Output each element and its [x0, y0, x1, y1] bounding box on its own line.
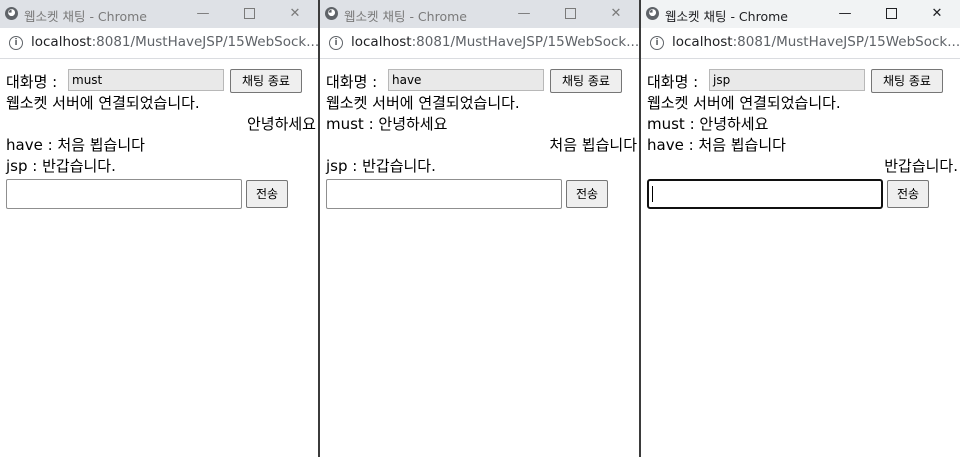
chat-log: 웹소켓 서버에 연결되었습니다. must : 안녕하세요 처음 뵙습니다 js…	[326, 93, 639, 177]
nickname-label: 대화명 :	[647, 73, 699, 91]
end-chat-button[interactable]: 채팅 종료	[550, 69, 622, 93]
title-bar[interactable]: ◕ 웹소켓 채팅 - Chrome — ✕	[0, 0, 318, 28]
title-bar[interactable]: ◕ 웹소켓 채팅 - Chrome — ✕	[320, 0, 639, 28]
close-button[interactable]: ✕	[593, 0, 639, 28]
connected-message: 웹소켓 서버에 연결되었습니다.	[6, 94, 200, 112]
globe-icon: ◕	[646, 7, 659, 20]
globe-icon: ◕	[325, 7, 338, 20]
chat-message: have : 처음 뵙습니다	[647, 136, 786, 154]
minimize-button[interactable]: —	[822, 0, 868, 28]
maximize-button[interactable]	[547, 0, 593, 28]
minimize-button[interactable]: —	[180, 0, 226, 28]
connected-message: 웹소켓 서버에 연결되었습니다.	[647, 94, 841, 112]
chat-log: 웹소켓 서버에 연결되었습니다. must : 안녕하세요 have : 처음 …	[647, 93, 960, 177]
chat-message: 안녕하세요	[246, 115, 316, 133]
send-button[interactable]: 전송	[566, 180, 608, 208]
message-input[interactable]	[6, 179, 242, 209]
browser-window-have: ◕ 웹소켓 채팅 - Chrome — ✕ i localhost:8081/M…	[320, 0, 639, 457]
chat-page: 대화명 : must 채팅 종료 웹소켓 서버에 연결되었습니다. 안녕하세요 …	[0, 64, 318, 457]
chat-message: must : 안녕하세요	[647, 115, 769, 133]
close-button[interactable]: ✕	[914, 0, 960, 28]
chat-page: 대화명 : jsp 채팅 종료 웹소켓 서버에 연결되었습니다. must : …	[641, 64, 960, 457]
url-text[interactable]: localhost:8081/MustHaveJSP/15WebSock...	[31, 34, 318, 50]
chat-log: 웹소켓 서버에 연결되었습니다. 안녕하세요 have : 처음 뵙습니다 js…	[6, 93, 318, 177]
text-caret	[652, 186, 653, 202]
url-text[interactable]: localhost:8081/MustHaveJSP/15WebSock...	[351, 34, 639, 50]
browser-window-must: ◕ 웹소켓 채팅 - Chrome — ✕ i localhost:8081/M…	[0, 0, 318, 457]
send-button[interactable]: 전송	[246, 180, 288, 208]
maximize-icon	[243, 8, 255, 19]
maximize-button[interactable]	[868, 0, 914, 28]
connected-message: 웹소켓 서버에 연결되었습니다.	[326, 94, 520, 112]
minimize-button[interactable]: —	[501, 0, 547, 28]
address-bar[interactable]: i localhost:8081/MustHaveJSP/15WebSock..…	[641, 28, 960, 59]
globe-icon: ◕	[5, 7, 18, 20]
nickname-label: 대화명 :	[6, 73, 58, 91]
maximize-icon	[885, 8, 897, 19]
chat-message: jsp : 반갑습니다.	[6, 157, 116, 175]
send-button[interactable]: 전송	[887, 180, 929, 208]
info-icon[interactable]: i	[329, 36, 343, 50]
chat-message: 반갑습니다.	[884, 157, 958, 175]
chat-page: 대화명 : have 채팅 종료 웹소켓 서버에 연결되었습니다. must :…	[320, 64, 639, 457]
browser-window-jsp: ◕ 웹소켓 채팅 - Chrome — ✕ i localhost:8081/M…	[641, 0, 960, 457]
close-button[interactable]: ✕	[272, 0, 318, 28]
maximize-icon	[564, 8, 576, 19]
address-bar[interactable]: i localhost:8081/MustHaveJSP/15WebSock..…	[0, 28, 318, 59]
window-title: 웹소켓 채팅 - Chrome	[344, 9, 467, 24]
nickname-field[interactable]: jsp	[709, 69, 865, 91]
chat-message: have : 처음 뵙습니다	[6, 136, 145, 154]
info-icon[interactable]: i	[9, 36, 23, 50]
nickname-field[interactable]: must	[68, 69, 224, 91]
chat-message: must : 안녕하세요	[326, 115, 448, 133]
chat-message: 처음 뵙습니다	[549, 136, 637, 154]
title-bar[interactable]: ◕ 웹소켓 채팅 - Chrome — ✕	[641, 0, 960, 28]
info-icon[interactable]: i	[650, 36, 664, 50]
nickname-label: 대화명 :	[326, 73, 378, 91]
window-title: 웹소켓 채팅 - Chrome	[24, 9, 147, 24]
end-chat-button[interactable]: 채팅 종료	[230, 69, 302, 93]
window-title: 웹소켓 채팅 - Chrome	[665, 9, 788, 24]
url-text[interactable]: localhost:8081/MustHaveJSP/15WebSock...	[672, 34, 960, 50]
nickname-field[interactable]: have	[388, 69, 544, 91]
address-bar[interactable]: i localhost:8081/MustHaveJSP/15WebSock..…	[320, 28, 639, 59]
chat-message: jsp : 반갑습니다.	[326, 157, 436, 175]
maximize-button[interactable]	[226, 0, 272, 28]
message-input[interactable]	[326, 179, 562, 209]
end-chat-button[interactable]: 채팅 종료	[871, 69, 943, 93]
message-input[interactable]	[647, 179, 883, 209]
